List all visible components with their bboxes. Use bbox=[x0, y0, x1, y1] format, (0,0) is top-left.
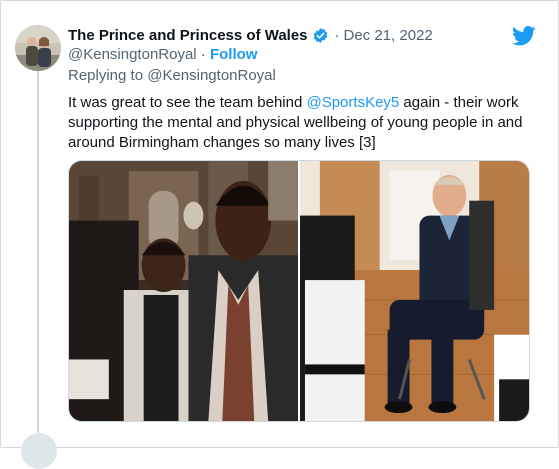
photo-group-selfie[interactable] bbox=[69, 161, 298, 421]
replying-to: Replying to @KensingtonRoyal bbox=[68, 67, 276, 84]
thread-connector bbox=[37, 71, 39, 433]
reply-to-handle[interactable]: @KensingtonRoyal bbox=[147, 67, 276, 84]
author-name[interactable]: The Prince and Princess of Wales bbox=[68, 27, 308, 44]
tweet-header: The Prince and Princess of Wales · Dec 2… bbox=[68, 25, 538, 45]
author-handle[interactable]: @KensingtonRoyal bbox=[68, 46, 197, 63]
next-reply-avatar[interactable] bbox=[21, 433, 57, 469]
header-separator: · bbox=[334, 26, 340, 44]
handle-row: @KensingtonRoyal · Follow bbox=[68, 46, 257, 63]
handle-separator: · bbox=[196, 46, 210, 63]
mention-link[interactable]: @SportsKey5 bbox=[306, 94, 399, 111]
tweet-card[interactable]: The Prince and Princess of Wales · Dec 2… bbox=[0, 0, 559, 469]
author-avatar[interactable] bbox=[15, 25, 61, 71]
tweet-date[interactable]: Dec 21, 2022 bbox=[344, 27, 433, 44]
media-grid bbox=[68, 160, 530, 422]
tweet-text: It was great to see the team behind @Spo… bbox=[68, 93, 538, 153]
photo-prince-seated[interactable] bbox=[300, 161, 529, 421]
follow-button[interactable]: Follow bbox=[210, 46, 258, 63]
reply-prefix: Replying to bbox=[68, 67, 148, 84]
verified-badge-icon bbox=[313, 27, 327, 43]
twitter-bird-icon[interactable] bbox=[512, 26, 536, 46]
tweet-text-part: It was great to see the team behind bbox=[68, 94, 307, 111]
